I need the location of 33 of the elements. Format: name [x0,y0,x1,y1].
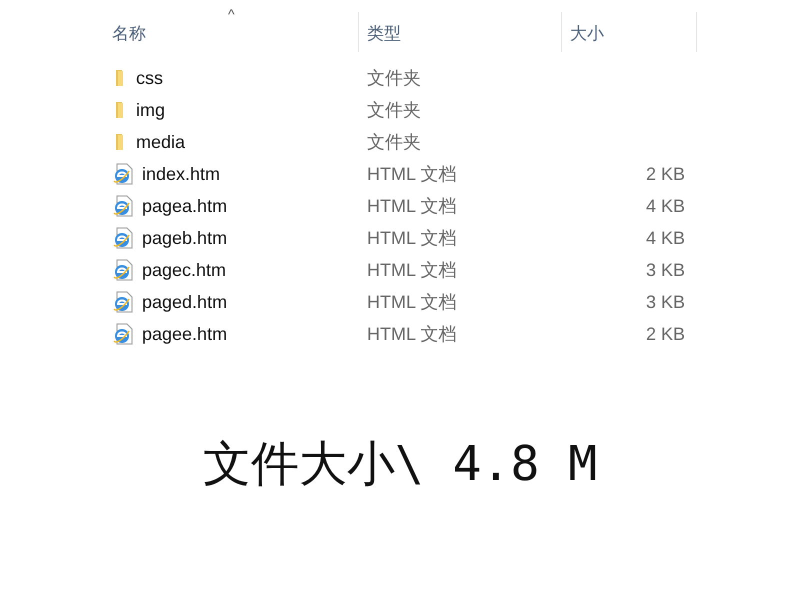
file-type: HTML 文档 [366,195,458,218]
file-type: 文件夹 [366,99,422,122]
file-type: HTML 文档 [366,323,458,346]
file-type: HTML 文档 [366,163,458,186]
column-header[interactable]: 类型 [359,12,562,52]
file-size: 4 KB [644,228,685,248]
file-size: 3 KB [644,292,685,312]
file-size: 2 KB [644,324,685,344]
document-icon [112,259,134,281]
column-header[interactable]: 大小 [562,12,697,52]
file-name[interactable]: media [136,132,186,152]
file-size: 3 KB [644,260,685,280]
document-icon [112,323,134,345]
file-size: 2 KB [644,164,685,184]
file-type: HTML 文档 [366,291,458,314]
document-icon [112,291,134,313]
file-name[interactable]: pagec.htm [142,260,226,280]
file-type: 文件夹 [366,131,422,154]
document-icon [112,163,134,185]
file-type: 文件夹 [366,67,422,90]
document-icon [112,195,134,217]
file-type: HTML 文档 [366,227,458,250]
file-name[interactable]: pagee.htm [142,324,228,344]
document-icon [112,227,134,249]
file-type: HTML 文档 [366,259,458,282]
file-size: 4 KB [644,196,685,216]
file-name[interactable]: css [136,68,163,88]
file-name[interactable]: pageb.htm [142,228,228,248]
file-name[interactable]: index.htm [142,164,220,184]
caption: 文件大小\ 4.8 M [202,436,598,492]
file-name[interactable]: pagea.htm [142,196,228,216]
file-name[interactable]: paged.htm [142,292,228,312]
file-name[interactable]: img [136,100,166,120]
